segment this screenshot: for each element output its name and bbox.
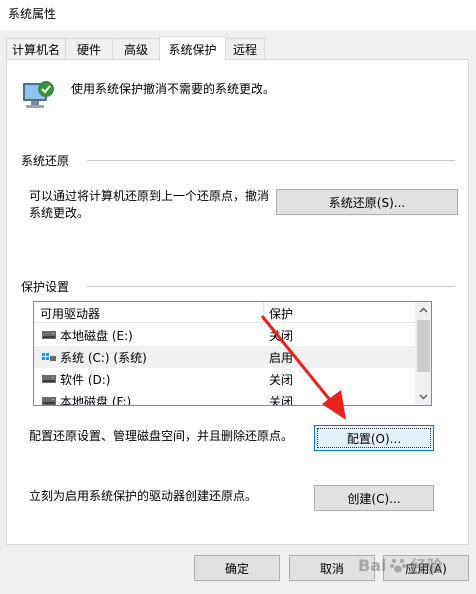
- drive-row-c[interactable]: 系统 (C:) (系统) 启用: [34, 346, 415, 368]
- protection-settings-heading: 保护设置: [21, 278, 70, 295]
- column-separator[interactable]: [263, 302, 264, 323]
- drive-name: 本地磁盘 (E:): [60, 329, 133, 343]
- tab-remote[interactable]: 远程: [225, 38, 265, 60]
- drive-row-f[interactable]: 本地磁盘 (F:) 关闭: [34, 390, 415, 406]
- configure-description: 配置还原设置、管理磁盘空间，并且删除还原点。: [29, 429, 294, 443]
- drive-row-e[interactable]: 本地磁盘 (E:) 关闭: [34, 324, 415, 346]
- list-header: 可用驱动器 保护: [34, 302, 415, 323]
- drive-icon: [42, 331, 56, 339]
- window-title: 系统属性: [8, 7, 57, 21]
- watermark-text: Bai: [358, 555, 387, 575]
- title-bar: 系统属性: [0, 0, 476, 30]
- drive-list[interactable]: 可用驱动器 保护 本地磁盘 (E:) 关闭 系统 (C:) (系统) 启用 软件…: [33, 301, 432, 406]
- system-restore-description-line1: 可以通过将计算机还原到上一个还原点，撤消: [29, 189, 270, 203]
- section-divider: [87, 286, 455, 287]
- tab-computer-name[interactable]: 计算机名: [6, 38, 66, 60]
- vertical-scrollbar[interactable]: [415, 302, 432, 405]
- create-description: 立刻为启用系统保护的驱动器创建还原点。: [29, 489, 258, 503]
- system-protection-icon: [23, 81, 54, 108]
- drive-row-d[interactable]: 软件 (D:) 关闭: [34, 368, 415, 390]
- paw-icon: [390, 559, 407, 573]
- column-header-drive[interactable]: 可用驱动器: [40, 305, 100, 322]
- scrollbar-thumb[interactable]: [417, 320, 430, 372]
- system-restore-description-line2: 系统更改。: [29, 206, 90, 220]
- system-properties-dialog: 系统属性 计算机名 硬件 高级 系统保护 远程 使用系统保护撤消不需要的系统更改…: [0, 0, 476, 594]
- ok-button[interactable]: 确定: [194, 555, 280, 581]
- drive-protection-status: 关闭: [269, 373, 294, 387]
- tab-panel: 使用系统保护撤消不需要的系统更改。 系统还原 可以通过将计算机还原到上一个还原点…: [6, 59, 469, 545]
- tab-advanced[interactable]: 高级: [112, 38, 160, 60]
- drive-protection-status: 启用: [269, 351, 294, 365]
- drive-name: 软件 (D:): [60, 373, 111, 387]
- windows-drive-icon: [42, 353, 56, 361]
- drive-protection-status: 关闭: [269, 329, 294, 343]
- system-restore-heading: 系统还原: [21, 152, 70, 169]
- baidu-jingyan-watermark: Bai 经验: [358, 548, 470, 582]
- header-description: 使用系统保护撤消不需要的系统更改。: [71, 82, 276, 96]
- drive-icon: [42, 375, 56, 383]
- scroll-up-arrow-icon[interactable]: [415, 302, 432, 319]
- drive-name: 本地磁盘 (F:): [60, 395, 132, 406]
- drive-name: 系统 (C:) (系统): [60, 351, 147, 365]
- create-button[interactable]: 创建(C)...: [314, 485, 434, 511]
- configure-button[interactable]: 配置(O)...: [314, 425, 434, 451]
- watermark-suffix: 经验: [410, 557, 443, 576]
- drive-protection-status: 关闭: [269, 395, 294, 406]
- tab-system-protection[interactable]: 系统保护: [159, 36, 226, 61]
- system-restore-button[interactable]: 系统还原(S)...: [276, 189, 458, 215]
- column-header-protection[interactable]: 保护: [269, 305, 293, 322]
- scroll-down-arrow-icon[interactable]: [415, 388, 432, 405]
- tab-hardware[interactable]: 硬件: [65, 38, 113, 60]
- section-divider: [87, 160, 455, 161]
- drive-icon: [42, 397, 56, 405]
